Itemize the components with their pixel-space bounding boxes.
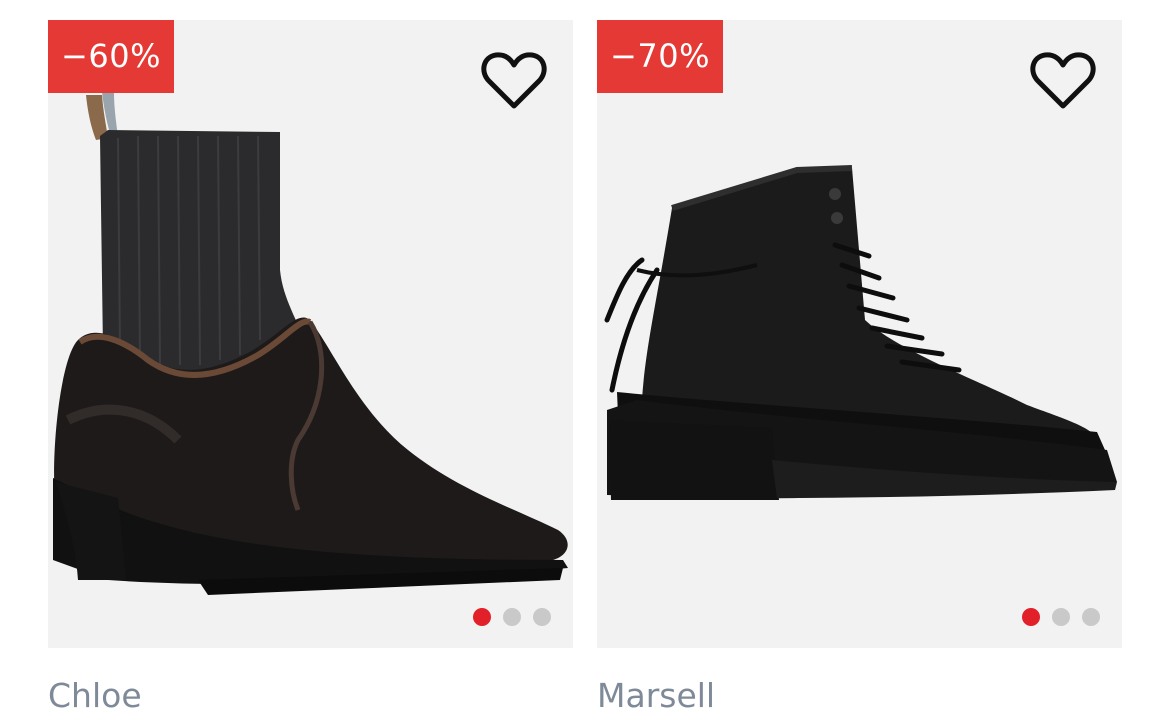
- lace-up-boot-image: [604, 165, 1117, 500]
- product-image[interactable]: −60%: [48, 20, 573, 648]
- carousel-dot-1[interactable]: [473, 608, 491, 626]
- product-image[interactable]: −70%: [597, 20, 1122, 648]
- carousel-dot-2[interactable]: [503, 608, 521, 626]
- brand-name[interactable]: Marsell: [597, 676, 1122, 716]
- discount-badge: −60%: [48, 20, 174, 93]
- product-card-marsell[interactable]: −70% Marsell: [597, 20, 1122, 716]
- product-card-chloe[interactable]: −60% Chloe: [48, 20, 573, 716]
- heart-outline-icon[interactable]: [1030, 50, 1096, 112]
- carousel-dot-1[interactable]: [1022, 608, 1040, 626]
- carousel-dots: [1022, 608, 1100, 626]
- chelsea-boot-image: [53, 92, 568, 595]
- carousel-dot-3[interactable]: [1082, 608, 1100, 626]
- discount-badge: −70%: [597, 20, 723, 93]
- heart-outline-icon[interactable]: [481, 50, 547, 112]
- carousel-dots: [473, 608, 551, 626]
- carousel-dot-3[interactable]: [533, 608, 551, 626]
- product-grid: −60% Chloe −70% Marsell: [0, 0, 1170, 727]
- brand-name[interactable]: Chloe: [48, 676, 573, 716]
- carousel-dot-2[interactable]: [1052, 608, 1070, 626]
